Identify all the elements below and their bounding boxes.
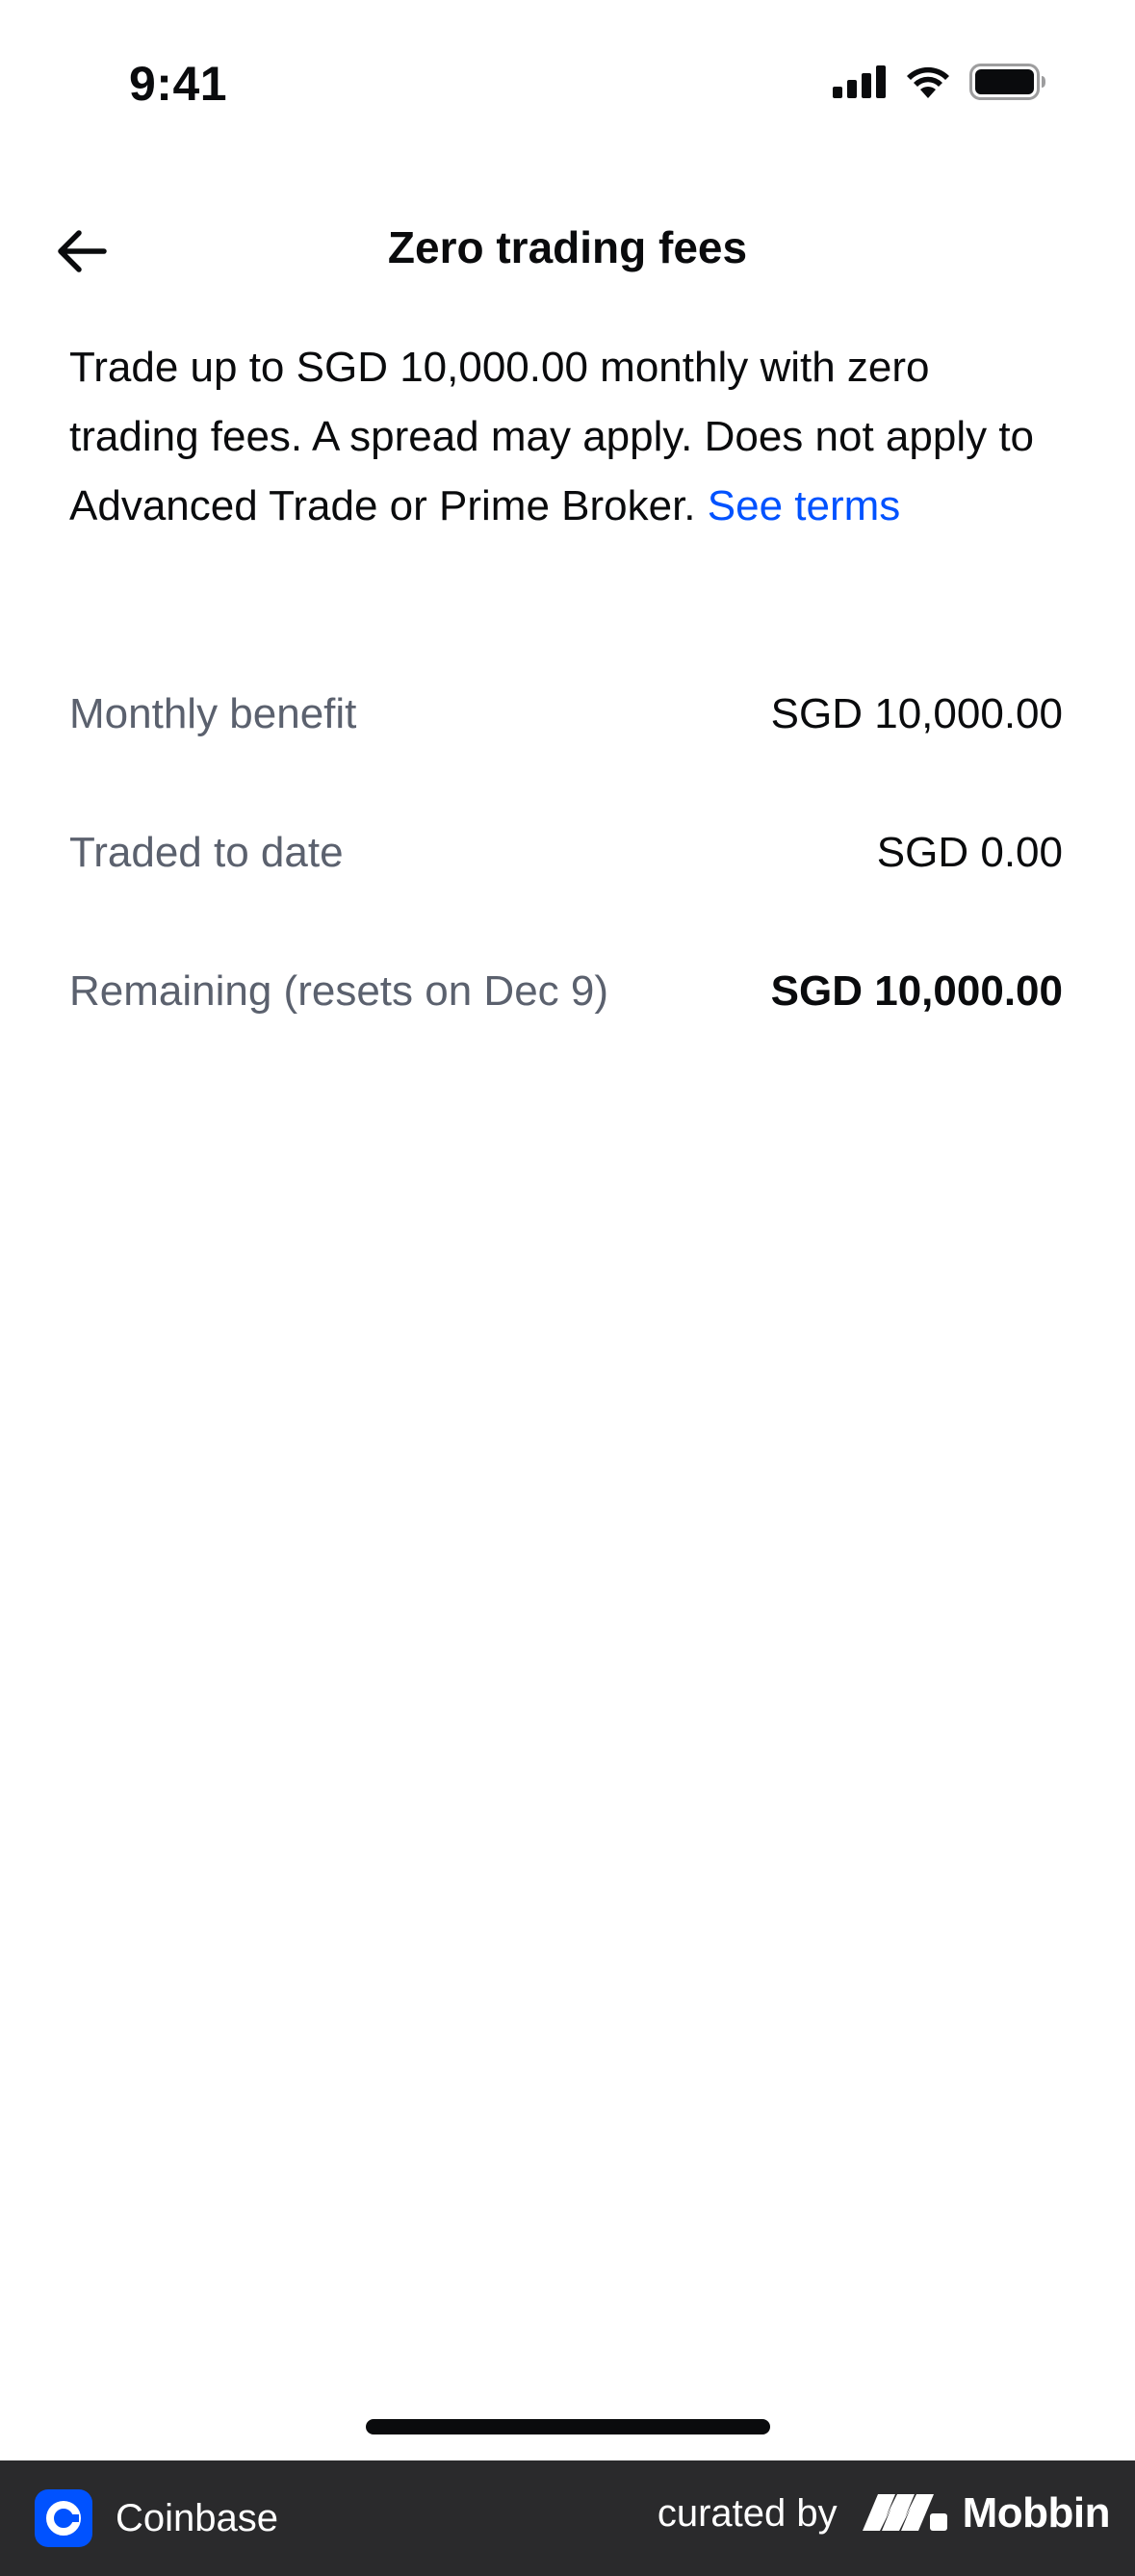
page-title: Zero trading fees — [387, 222, 748, 272]
benefit-row: Remaining (resets on Dec 9) SGD 10,000.0… — [69, 947, 1063, 1086]
wifi-icon — [906, 65, 950, 103]
monthly-benefit-value: SGD 10,000.00 — [770, 690, 1063, 737]
mobbin-brand: Mobbin — [862, 2489, 1111, 2537]
remaining-value: SGD 10,000.00 — [770, 967, 1063, 1015]
coinbase-logo-icon — [35, 2489, 92, 2547]
benefit-row: Traded to date SGD 0.00 — [69, 809, 1063, 947]
see-terms-link[interactable]: See terms — [708, 482, 901, 529]
nav-bar: Zero trading fees — [0, 193, 1135, 310]
status-icons — [833, 64, 1046, 105]
monthly-benefit-label: Monthly benefit — [69, 690, 357, 737]
traded-to-date-label: Traded to date — [69, 829, 344, 876]
traded-to-date-value: SGD 0.00 — [876, 829, 1063, 876]
mobbin-logo-icon — [862, 2492, 949, 2536]
mobbin-brand-name: Mobbin — [962, 2489, 1111, 2537]
footer-app-name: Coinbase — [116, 2496, 279, 2539]
footer-credit: curated by Mobbin — [657, 2489, 1111, 2537]
benefit-row: Monthly benefit SGD 10,000.00 — [69, 670, 1063, 809]
cellular-signal-icon — [833, 65, 887, 103]
description: Trade up to SGD 10,000.00 monthly with z… — [69, 333, 1071, 541]
remaining-label: Remaining (resets on Dec 9) — [69, 967, 609, 1015]
footer-app: Coinbase — [35, 2489, 278, 2547]
benefit-details: Monthly benefit SGD 10,000.00 Traded to … — [69, 670, 1063, 1086]
status-bar: 9:41 — [0, 0, 1135, 173]
home-indicator — [366, 2419, 770, 2434]
battery-icon — [969, 64, 1046, 105]
status-time: 9:41 — [129, 57, 228, 111]
footer: Coinbase curated by Mobbin — [0, 2460, 1135, 2576]
curated-by-text: curated by — [657, 2491, 838, 2535]
